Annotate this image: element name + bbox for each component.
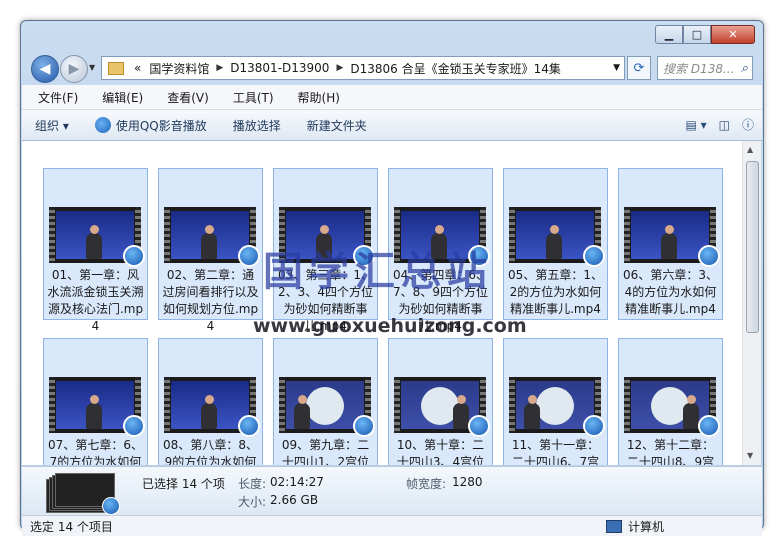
qq-player-icon <box>238 415 260 437</box>
file-name: 12、第十二章：二十四山8、9宫 <box>626 438 715 465</box>
maximize-button[interactable]: □ <box>683 25 711 44</box>
qq-player-icon <box>583 415 605 437</box>
chevron-right-icon[interactable]: ▶ <box>213 63 226 73</box>
back-button[interactable]: ◀ <box>31 55 59 83</box>
view-controls: ▤ ▾ ◫ ⓘ <box>673 116 754 133</box>
search-placeholder: 搜索 D138... <box>663 61 735 76</box>
play-with-qq-button[interactable]: 使用QQ影音播放 <box>82 117 220 134</box>
computer-icon <box>606 519 622 533</box>
scroll-up-icon[interactable]: ▲ <box>747 145 753 154</box>
organize-button[interactable]: 组织 ▾ <box>22 117 82 134</box>
search-icon[interactable]: ⌕ <box>736 61 748 76</box>
file-item[interactable]: 08、第八章：8、9的方位为水如何 <box>158 338 263 465</box>
watermark-url: www.guoxuehuizong.com <box>253 315 527 337</box>
view-options-icon[interactable]: ▤ ▾ <box>685 118 706 132</box>
file-item[interactable]: 11、第十一章：二十四山6、7宫 <box>503 338 608 465</box>
search-input[interactable]: 搜索 D138... ⌕ <box>657 56 753 80</box>
scrollbar-thumb[interactable] <box>746 161 759 333</box>
status-location: 计算机 <box>606 518 664 535</box>
qq-player-icon <box>353 415 375 437</box>
file-name: 10、第十章：二十四山3、4宫位 <box>396 438 485 465</box>
new-folder-button[interactable]: 新建文件夹 <box>294 117 380 134</box>
file-name: 11、第十一章：二十四山6、7宫 <box>511 438 600 465</box>
menu-view[interactable]: 查看(V) <box>151 89 217 106</box>
menu-tools[interactable]: 工具(T) <box>217 89 282 106</box>
qq-player-icon <box>94 117 111 133</box>
address-bar[interactable]: « 国学资料馆 ▶ D13801-D13900 ▶ D13806 合呈《金锁玉关… <box>101 56 625 80</box>
selected-count: 已选择 14 个项 <box>142 477 225 491</box>
file-item[interactable]: 02、第二章：通过房间看排行以及如何规划方位.mp4 <box>158 168 263 333</box>
file-name: 09、第九章：二十四山1、2宫位 <box>281 438 370 465</box>
file-name: 02、第二章：通过房间看排行以及如何规划方位.mp4 <box>162 268 259 333</box>
preview-pane-icon[interactable]: ◫ <box>719 118 730 132</box>
file-item[interactable]: 10、第十章：二十四山3、4宫位 <box>388 338 493 465</box>
length-label: 长度: <box>238 477 267 491</box>
status-selection: 选定 14 个项目 <box>30 519 113 534</box>
chevron-right-icon[interactable]: ▶ <box>333 63 346 73</box>
vertical-scrollbar[interactable]: ▲ ▼ <box>742 141 761 465</box>
qq-player-icon <box>468 415 490 437</box>
folder-icon <box>108 61 124 75</box>
length-value: 02:14:27 <box>270 475 324 489</box>
minimize-button[interactable]: ▁ <box>655 25 683 44</box>
forward-button[interactable]: ▶ <box>60 55 88 83</box>
file-item[interactable]: 05、第五章：1、2的方位为水如何精准断事儿.mp4 <box>503 168 608 320</box>
size-label: 大小: <box>238 495 267 509</box>
status-bar: 选定 14 个项目 计算机 <box>22 515 762 536</box>
file-item[interactable]: 12、第十二章：二十四山8、9宫 <box>618 338 723 465</box>
file-name: 05、第五章：1、2的方位为水如何精准断事儿.mp4 <box>508 268 603 316</box>
navigation-bar: ◀ ▶ ▼ « 国学资料馆 ▶ D13801-D13900 ▶ D13806 合… <box>31 53 753 83</box>
play-with-qq-label: 使用QQ影音播放 <box>115 118 207 133</box>
size-value: 2.66 GB <box>270 493 319 507</box>
menu-edit[interactable]: 编辑(E) <box>86 89 151 106</box>
frame-width-value: 1280 <box>452 475 483 489</box>
menu-bar: 文件(F) 编辑(E) 查看(V) 工具(T) 帮助(H) <box>22 85 762 110</box>
file-item[interactable]: 09、第九章：二十四山1、2宫位 <box>273 338 378 465</box>
file-name: 06、第六章：3、4的方位为水如何精准断事儿.mp4 <box>623 268 718 316</box>
scroll-down-icon[interactable]: ▼ <box>747 451 753 460</box>
file-item[interactable]: 06、第六章：3、4的方位为水如何精准断事儿.mp4 <box>618 168 723 320</box>
menu-help[interactable]: 帮助(H) <box>282 89 348 106</box>
breadcrumb-segment-2[interactable]: D13801-D13900 <box>226 61 333 75</box>
file-list: 01、第一章：风水流派金锁玉关溯源及核心法门.mp4 02、第二章：通过房间看排行… <box>22 141 742 465</box>
qq-player-icon <box>123 245 145 267</box>
frame-width-label: 帧宽度: <box>406 477 447 491</box>
command-bar: 组织 ▾ 使用QQ影音播放 播放选择 新建文件夹 ▤ ▾ ◫ ⓘ <box>22 110 762 141</box>
qq-player-icon <box>698 415 720 437</box>
qq-player-icon <box>123 415 145 437</box>
status-computer-label: 计算机 <box>628 519 665 534</box>
explorer-window: ▁ □ ✕ ◀ ▶ ▼ « 国学资料馆 ▶ D13801-D13900 ▶ D1… <box>20 20 764 536</box>
chevron-down-icon[interactable]: ▼ <box>613 63 620 73</box>
qq-player-icon <box>102 497 120 515</box>
qq-player-icon <box>583 245 605 267</box>
file-name: 07、第七章：6、7的方位为水如何 <box>48 438 143 465</box>
details-pane: 已选择 14 个项 长度: 02:14:27 大小: 2.66 GB 帧宽度: … <box>22 466 762 515</box>
close-button[interactable]: ✕ <box>711 25 755 44</box>
file-item[interactable]: 07、第七章：6、7的方位为水如何 <box>43 338 148 465</box>
address-overflow[interactable]: « <box>130 61 145 75</box>
file-name: 01、第一章：风水流派金锁玉关溯源及核心法门.mp4 <box>47 268 144 333</box>
refresh-button[interactable]: ⟳ <box>627 56 651 80</box>
watermark-title: 国学汇总站 <box>263 249 493 295</box>
breadcrumb-segment-1[interactable]: 国学资料馆 <box>145 60 213 77</box>
caption-buttons: ▁ □ ✕ <box>655 25 755 44</box>
file-item[interactable]: 01、第一章：风水流派金锁玉关溯源及核心法门.mp4 <box>43 168 148 333</box>
file-name: 08、第八章：8、9的方位为水如何 <box>163 438 258 465</box>
breadcrumb-segment-3[interactable]: D13806 合呈《金锁玉关专家班》14集 <box>346 60 565 77</box>
recent-pages-dropdown[interactable]: ▼ <box>89 63 95 72</box>
help-icon[interactable]: ⓘ <box>742 116 754 133</box>
play-selection-button[interactable]: 播放选择 <box>220 117 294 134</box>
qq-player-icon <box>698 245 720 267</box>
qq-player-icon <box>238 245 260 267</box>
menu-file[interactable]: 文件(F) <box>22 89 86 106</box>
